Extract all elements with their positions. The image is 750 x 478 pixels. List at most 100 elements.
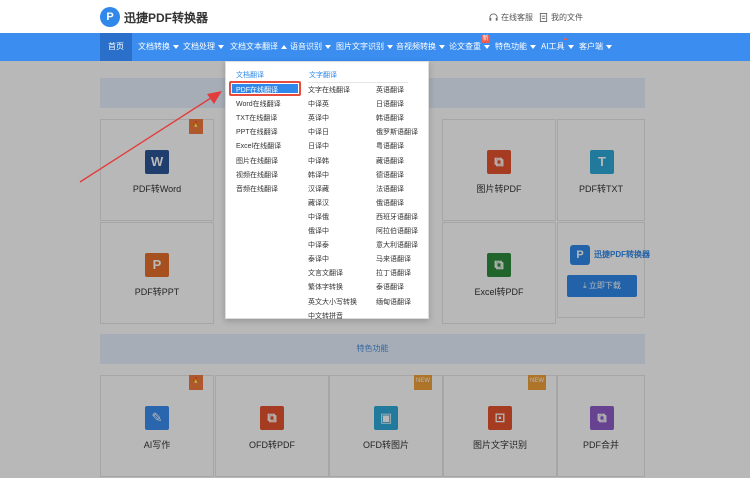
online-service-link[interactable]: 在线客服 [489, 12, 533, 23]
dropdown-item[interactable]: 俄罗斯语翻译 [376, 127, 418, 137]
chevron-down-icon [173, 44, 179, 49]
pdf-icon: ⧉ [260, 406, 284, 430]
dropdown-item[interactable]: 马来语翻译 [376, 254, 411, 264]
nav-item-doc-process[interactable]: 文档处理 [183, 33, 224, 61]
dropdown-item[interactable]: 英语翻译 [376, 85, 404, 95]
tool-card-ofd-to-image[interactable]: NEW ▣ OFD转图片 [329, 375, 443, 477]
nav-item-ocr[interactable]: 图片文字识别 [336, 33, 393, 61]
dropdown-item[interactable]: Word在线翻译 [236, 99, 281, 109]
chevron-up-icon [281, 44, 287, 49]
dropdown-item[interactable]: 汉译藏 [308, 184, 329, 194]
nav-item-doc-translate[interactable]: 文档文本翻译 [230, 33, 287, 61]
dropdown-item[interactable]: 俄语翻译 [376, 198, 404, 208]
card-label: OFD转PDF [249, 440, 295, 450]
pen-icon: ✎ [145, 406, 169, 430]
tool-card-ai-writing[interactable]: 🔥 ✎ AI写作 [100, 375, 214, 477]
dropdown-item[interactable]: 藏语翻译 [376, 156, 404, 166]
new-ribbon: NEW [528, 375, 546, 390]
chevron-down-icon [530, 44, 536, 49]
tool-card-pdf-merge[interactable]: ⧉ PDF合并 [557, 375, 645, 477]
dropdown-col2-title: 文字翻译 [309, 72, 337, 79]
dropdown-item[interactable]: 中译泰 [308, 240, 329, 250]
image-icon: ▣ [374, 406, 398, 430]
card-label: AI写作 [143, 440, 171, 450]
card-label: 图片文字识别 [472, 440, 527, 450]
download-button[interactable]: ⤓ 立即下载 [567, 275, 637, 297]
nav-item-speech[interactable]: 语音识别 [290, 33, 331, 61]
dropdown-item[interactable]: 文字在线翻译 [308, 85, 350, 95]
tool-card-pdf-to-word[interactable]: 🔥 W PDF转Word [100, 119, 214, 221]
dropdown-item[interactable]: 法语翻译 [376, 184, 404, 194]
dropdown-item[interactable]: 藏译汉 [308, 198, 329, 208]
dropdown-item[interactable]: 泰译中 [308, 254, 329, 264]
nav-label: 首页 [108, 42, 124, 51]
logo-text: 迅捷PDF转换器 [124, 10, 209, 25]
dropdown-item[interactable]: 日语翻译 [376, 99, 404, 109]
dropdown-item[interactable]: 德语翻译 [376, 170, 404, 180]
pdf-icon: ⧉ [487, 150, 511, 174]
tool-card-pdf-to-ppt[interactable]: P PDF转PPT [100, 222, 214, 324]
tool-card-image-to-pdf[interactable]: ⧉ 图片转PDF [442, 119, 556, 221]
card-label: Excel转PDF [474, 287, 524, 297]
dropdown-item[interactable]: Excel在线翻译 [236, 141, 281, 151]
nav-label: 文档文本翻译 [230, 42, 278, 51]
tool-card-ofd-to-pdf[interactable]: ⧉ OFD转PDF [215, 375, 329, 477]
dropdown-item[interactable]: 繁体字转换 [308, 282, 343, 292]
dropdown-item[interactable]: 粤语翻译 [376, 141, 404, 151]
card-label: PDF转PPT [134, 287, 180, 297]
dropdown-item[interactable]: 西班牙语翻译 [376, 212, 418, 222]
dropdown-item[interactable]: 中译俄 [308, 212, 329, 222]
dropdown-item[interactable]: 英文大小写转换 [308, 297, 357, 307]
dropdown-item[interactable]: 中译韩 [308, 156, 329, 166]
divider [308, 82, 408, 83]
dropdown-item[interactable]: 泰语翻译 [376, 282, 404, 292]
site-logo[interactable]: P 迅捷PDF转换器 [100, 7, 208, 27]
dropdown-item[interactable]: 视频在线翻译 [236, 170, 278, 180]
dropdown-item[interactable]: 中译英 [308, 99, 329, 109]
dropdown-item[interactable]: 英译中 [308, 113, 329, 123]
online-service-label: 在线客服 [501, 13, 533, 22]
word-icon: W [145, 150, 169, 174]
tool-card-pdf-to-txt[interactable]: T PDF转TXT [557, 119, 645, 221]
dropdown-item[interactable]: 日译中 [308, 141, 329, 151]
dropdown-item[interactable]: 韩译中 [308, 170, 329, 180]
nav-label: 文档转换 [138, 42, 170, 51]
nav-item-av-convert[interactable]: 音视频转换 [396, 33, 445, 61]
dropdown-item[interactable]: 音频在线翻译 [236, 184, 278, 194]
dropdown-item[interactable]: TXT在线翻译 [236, 113, 277, 123]
file-icon [539, 13, 548, 22]
dropdown-item[interactable]: 中文转拼音 [308, 311, 343, 321]
dropdown-item[interactable]: 图片在线翻译 [236, 156, 278, 166]
promo-title: 迅捷PDF转换器 [594, 250, 650, 259]
logo-icon: P [100, 7, 120, 27]
tool-card-excel-to-pdf[interactable]: ⧉ Excel转PDF [442, 222, 556, 324]
dropdown-item[interactable]: 意大利语翻译 [376, 240, 418, 250]
app-logo-icon: P [570, 245, 590, 265]
dropdown-item[interactable]: 拉丁语翻译 [376, 268, 411, 278]
dropdown-item[interactable]: PPT在线翻译 [236, 127, 278, 137]
dropdown-item[interactable]: 缅甸语翻译 [376, 297, 411, 307]
dropdown-item[interactable]: 文言文翻译 [308, 268, 343, 278]
card-label: PDF转Word [132, 184, 182, 194]
nav-item-client[interactable]: 客户端 [579, 33, 612, 61]
dropdown-item[interactable]: 韩语翻译 [376, 113, 404, 123]
nav-label: 图片文字识别 [336, 42, 384, 51]
dropdown-item[interactable]: 阿拉伯语翻译 [376, 226, 418, 236]
nav-item-features[interactable]: 特色功能 [495, 33, 536, 61]
txt-icon: T [590, 150, 614, 174]
hot-badge: ▲ [562, 36, 569, 42]
hot-ribbon-icon: 🔥 [189, 119, 203, 134]
excel-icon: ⧉ [487, 253, 511, 277]
nav-item-home[interactable]: 首页 [100, 33, 132, 61]
dropdown-item[interactable]: PDF在线翻译 [236, 85, 278, 95]
nav-item-doc-convert[interactable]: 文档转换 [138, 33, 179, 61]
nav-label: 语音识别 [290, 42, 322, 51]
dropdown-item[interactable]: 中译日 [308, 127, 329, 137]
chevron-down-icon [218, 44, 224, 49]
dropdown-item[interactable]: 俄译中 [308, 226, 329, 236]
tool-card-image-ocr[interactable]: NEW ⊡ 图片文字识别 [443, 375, 557, 477]
dropdown-col1-title: 文档翻译 [236, 72, 264, 79]
ppt-icon: P [145, 253, 169, 277]
my-files-link[interactable]: 我的文件 [539, 12, 583, 23]
new-badge: 新 [481, 35, 490, 43]
